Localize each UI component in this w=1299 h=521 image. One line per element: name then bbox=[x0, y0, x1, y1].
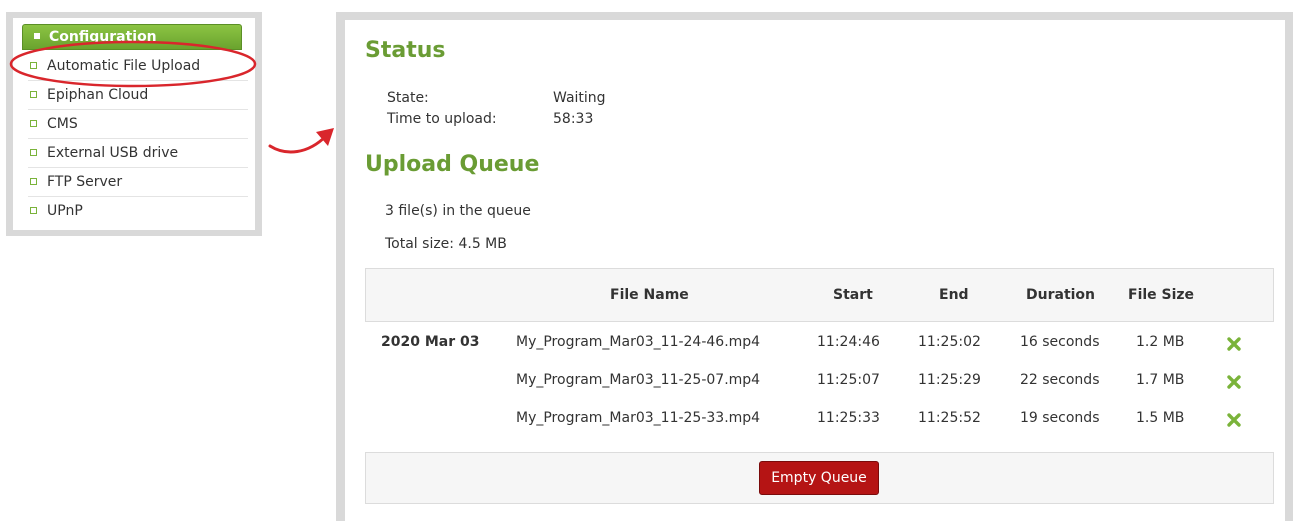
status-panel: Status State: Waiting Time to upload: 58… bbox=[345, 20, 1285, 521]
time-to-upload-label: Time to upload: bbox=[387, 111, 497, 127]
empty-queue-button[interactable]: Empty Queue bbox=[759, 461, 879, 495]
row-start: 11:24:46 bbox=[817, 334, 880, 350]
column-header-file-size: File Size bbox=[1128, 287, 1195, 303]
table-header: File Name Start End Duration File Size bbox=[365, 268, 1274, 322]
column-header-end: End bbox=[939, 287, 969, 303]
status-heading: Status bbox=[365, 38, 446, 63]
square-bullet-icon bbox=[30, 177, 37, 185]
row-end: 11:25:29 bbox=[918, 372, 981, 388]
row-duration: 22 seconds bbox=[1020, 372, 1100, 388]
time-to-upload-row: Time to upload: 58:33 bbox=[387, 111, 593, 127]
queue-count-text: 3 file(s) in the queue bbox=[385, 203, 531, 219]
menu-item-ftp-server[interactable]: FTP Server bbox=[28, 168, 248, 197]
column-header-start: Start bbox=[833, 287, 873, 303]
queue-total-size-text: Total size: 4.5 MB bbox=[385, 236, 507, 252]
column-header-duration: Duration bbox=[1026, 287, 1096, 303]
column-header-file-name: File Name bbox=[610, 287, 689, 303]
square-bullet-icon bbox=[30, 206, 37, 214]
menu-item-cms[interactable]: CMS bbox=[28, 110, 248, 139]
square-bullet-icon bbox=[30, 148, 37, 156]
table-row: My_Program_Mar03_11-25-33.mp4 11:25:33 1… bbox=[365, 402, 1274, 438]
state-row: State: Waiting bbox=[387, 90, 606, 106]
row-end: 11:25:52 bbox=[918, 410, 981, 426]
highlight-ellipse bbox=[9, 40, 257, 88]
row-file-size: 1.5 MB bbox=[1136, 410, 1185, 426]
delete-x-icon[interactable] bbox=[1226, 336, 1242, 352]
menu-item-label: UPnP bbox=[47, 203, 83, 219]
table-row: 2020 Mar 03 My_Program_Mar03_11-24-46.mp… bbox=[365, 326, 1274, 362]
menu-item-upnp[interactable]: UPnP bbox=[28, 197, 248, 226]
menu-item-label: External USB drive bbox=[47, 145, 179, 161]
row-date: 2020 Mar 03 bbox=[381, 334, 480, 350]
state-value: Waiting bbox=[553, 90, 606, 106]
delete-x-icon[interactable] bbox=[1226, 374, 1242, 390]
table-row: My_Program_Mar03_11-25-07.mp4 11:25:07 1… bbox=[365, 364, 1274, 400]
row-end: 11:25:02 bbox=[918, 334, 981, 350]
row-duration: 16 seconds bbox=[1020, 334, 1100, 350]
row-start: 11:25:07 bbox=[817, 372, 880, 388]
row-file-name: My_Program_Mar03_11-24-46.mp4 bbox=[516, 334, 761, 350]
queue-actions-bar: Empty Queue bbox=[365, 452, 1274, 504]
square-bullet-icon bbox=[30, 90, 37, 98]
time-to-upload-value: 58:33 bbox=[553, 111, 594, 127]
upload-queue-table: File Name Start End Duration File Size 2… bbox=[365, 268, 1274, 452]
state-label: State: bbox=[387, 90, 429, 106]
menu-item-label: FTP Server bbox=[47, 174, 123, 190]
row-file-name: My_Program_Mar03_11-25-33.mp4 bbox=[516, 410, 761, 426]
upload-queue-heading: Upload Queue bbox=[365, 152, 540, 177]
delete-x-icon[interactable] bbox=[1226, 412, 1242, 428]
square-bullet-icon bbox=[30, 119, 37, 127]
row-duration: 19 seconds bbox=[1020, 410, 1100, 426]
curved-arrow-icon bbox=[268, 128, 334, 154]
row-file-size: 1.7 MB bbox=[1136, 372, 1185, 388]
row-file-size: 1.2 MB bbox=[1136, 334, 1185, 350]
row-start: 11:25:33 bbox=[817, 410, 880, 426]
menu-item-external-usb-drive[interactable]: External USB drive bbox=[28, 139, 248, 168]
menu-item-label: CMS bbox=[47, 116, 78, 132]
row-file-name: My_Program_Mar03_11-25-07.mp4 bbox=[516, 372, 761, 388]
